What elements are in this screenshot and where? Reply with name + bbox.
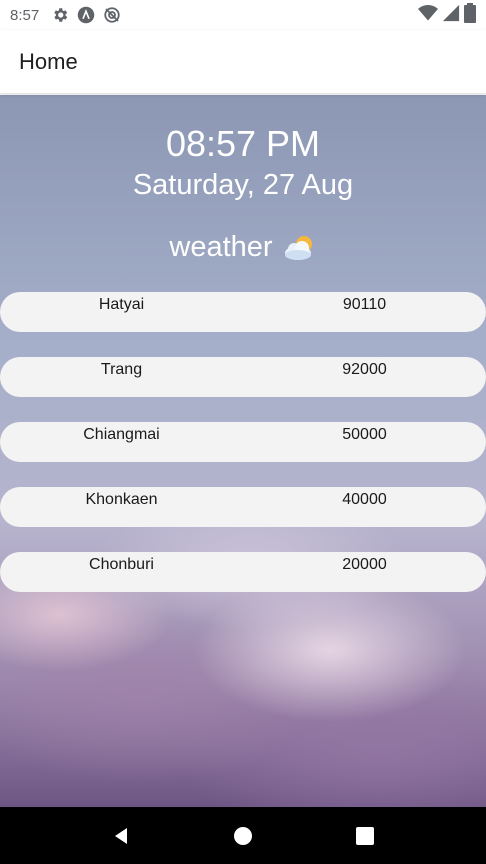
status-right [414,3,476,27]
city-name: Chiangmai [83,426,160,443]
settings-icon [51,6,69,24]
battery-icon [460,3,476,27]
status-bar: 8:57 [0,0,486,30]
clock-text: 08:57 PM [165,123,321,164]
city-name: Hatyai [98,296,145,313]
city-name: Khonkaen [85,491,158,508]
city-zip: 92000 [342,361,387,378]
app-bar: Home [0,30,486,94]
city-name: Trang [100,361,143,378]
navigation-bar [0,807,486,864]
home-icon[interactable] [231,824,255,848]
list-item[interactable]: Chonburi 20000 [0,552,486,592]
cloud-sun-icon [283,234,317,262]
list-item[interactable]: Trang 92000 [0,357,486,397]
list-item[interactable]: Chiangmai 50000 [0,422,486,462]
weather-label: weather [169,231,273,263]
back-icon[interactable] [109,824,133,848]
page-title: Home [19,48,78,74]
a-icon [77,6,95,24]
status-time: 8:57 [10,6,40,24]
weather-heading: weather [0,231,486,264]
city-zip: 20000 [342,556,387,573]
city-zip: 90110 [342,296,387,313]
date-text: Saturday, 27 Aug [132,169,354,201]
wifi-icon [414,4,438,26]
city-zip: 40000 [342,491,387,508]
list-item[interactable]: Hatyai 90110 [0,292,486,332]
recents-icon[interactable] [353,824,377,848]
main-content: 08:57 PM Saturday, 27 Aug weather Hatyai… [0,95,486,807]
sync-icon [103,6,121,24]
city-name: Chonburi [89,556,154,573]
list-item[interactable]: Khonkaen 40000 [0,487,486,527]
city-zip: 50000 [342,426,387,443]
signal-icon [438,4,460,26]
